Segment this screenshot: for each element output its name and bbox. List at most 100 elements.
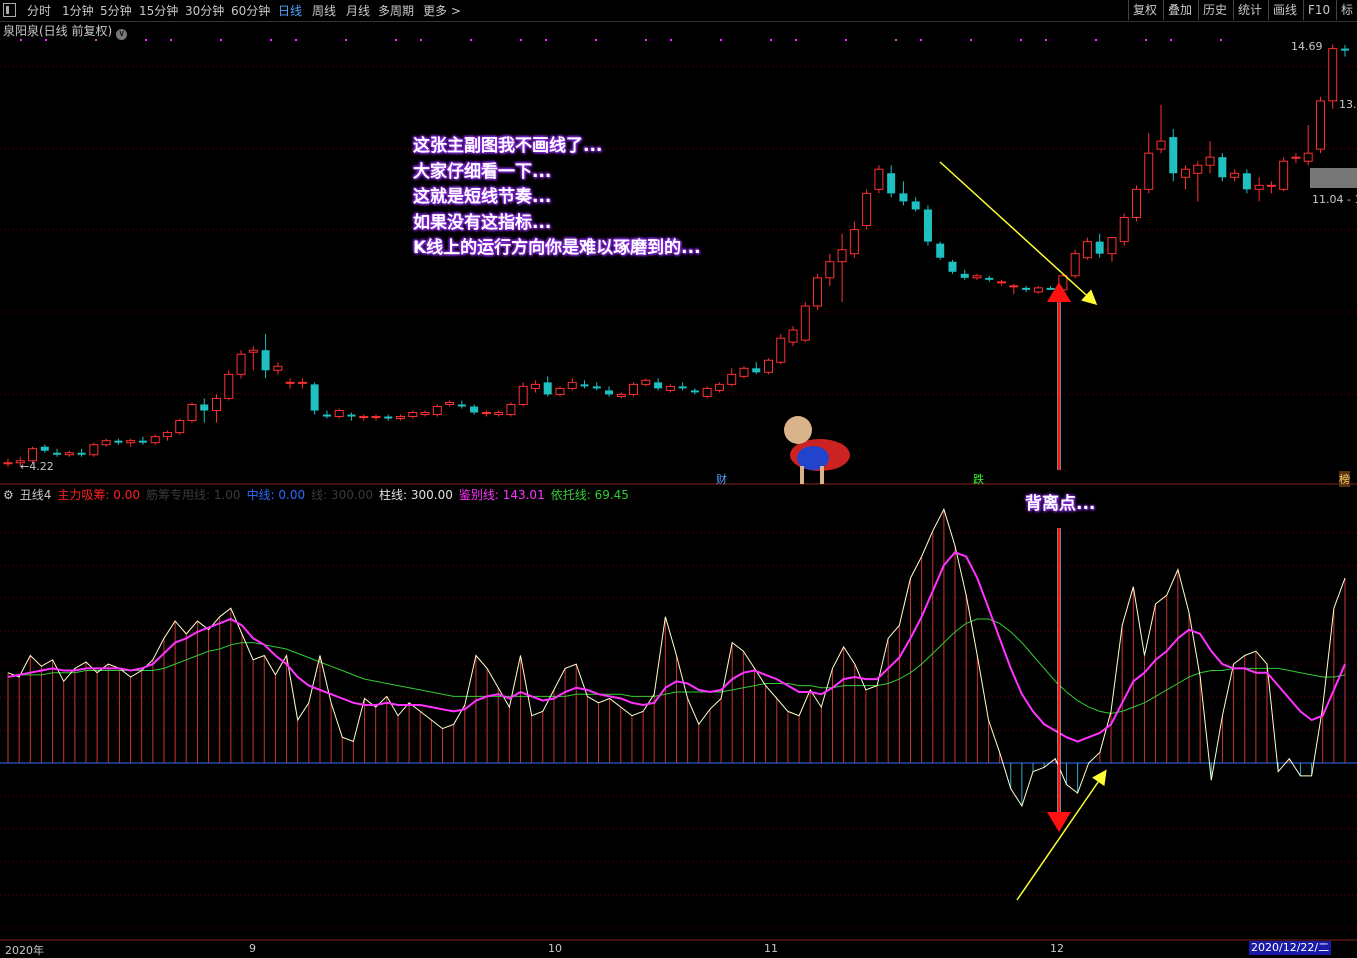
- candle-body: [948, 261, 957, 272]
- price-box-label: 11.04 - 1: [1312, 193, 1357, 206]
- candle-body: [592, 386, 601, 389]
- signal-dot: [720, 39, 722, 41]
- indicator-item: 鉴别线: 143.01: [458, 488, 545, 502]
- candle-body: [605, 390, 614, 395]
- candle-body: [248, 349, 258, 353]
- candle-body: [1266, 184, 1276, 187]
- signal-dot: [420, 39, 422, 41]
- candle-body: [432, 405, 442, 416]
- candle-body: [763, 359, 773, 373]
- signal-dot: [1170, 39, 1172, 41]
- annotation-line: K线上的运行方向你是难以琢磨到的...: [413, 238, 701, 258]
- candle-body: [396, 416, 406, 420]
- signal-dot: [770, 39, 772, 41]
- candle-body: [297, 381, 307, 384]
- indicator-name[interactable]: 丑线4: [20, 488, 52, 502]
- candle-body: [506, 403, 516, 416]
- candle-body: [1291, 156, 1301, 159]
- candle-body: [408, 412, 418, 418]
- mascot-leg: [820, 466, 824, 484]
- candle-body: [1328, 48, 1338, 102]
- x-axis-label: 12: [1050, 942, 1064, 955]
- candle-body: [752, 368, 761, 373]
- signal-dot: [670, 39, 672, 41]
- signal-dot: [1045, 39, 1047, 41]
- candle-body: [690, 390, 699, 393]
- indicator-item: 线: 300.00: [311, 488, 373, 502]
- signal-dot: [920, 39, 922, 41]
- candle-body: [224, 373, 234, 399]
- candle-body: [641, 379, 651, 385]
- candle-body: [616, 393, 626, 397]
- signal-dot: [1020, 39, 1022, 41]
- x-axis-label: 9: [249, 942, 256, 955]
- x-axis-label: 11: [764, 942, 778, 955]
- candle-body: [1070, 253, 1080, 277]
- candle-body: [101, 440, 111, 446]
- candle-body: [1107, 237, 1117, 255]
- signal-dot: [345, 39, 347, 41]
- signal-dot: [170, 39, 172, 41]
- candle-body: [702, 387, 712, 397]
- indicator-item: 依托线: 69.45: [550, 488, 629, 502]
- candle-body: [1033, 287, 1043, 293]
- candle-body: [1181, 168, 1191, 178]
- candle-body: [322, 414, 331, 417]
- candle-body: [629, 383, 639, 395]
- x-axis-label: 2020年: [5, 944, 44, 957]
- candle-body: [849, 229, 859, 255]
- candle-body: [923, 209, 932, 242]
- price-low-value: 4.22: [29, 460, 54, 473]
- candle-body: [1009, 285, 1019, 288]
- candle-body: [64, 452, 74, 456]
- candle-body: [273, 365, 283, 371]
- signal-dot: [1220, 39, 1222, 41]
- candle-body: [420, 412, 430, 416]
- candle-body: [261, 350, 270, 371]
- candle-body: [126, 440, 136, 444]
- candle-body: [285, 381, 295, 384]
- signal-dot: [95, 39, 97, 41]
- signal-dot: [45, 39, 47, 41]
- candle-body: [543, 382, 552, 395]
- signal-dot: [470, 39, 472, 41]
- candle-body: [384, 416, 393, 419]
- candle-body: [1218, 157, 1227, 178]
- candle-body: [28, 448, 38, 462]
- indicator-legend: ⚙ 丑线4 主力吸筹: 0.00 筋筹专用线: 1.00 中线: 0.00 线: 300.…: [3, 486, 635, 503]
- candle-body: [114, 440, 123, 443]
- candle-body: [654, 382, 663, 389]
- mascot-head: [784, 416, 812, 444]
- candle-body: [359, 416, 369, 419]
- divergence-label: 背离点...: [1025, 494, 1096, 514]
- candle-body: [714, 383, 724, 391]
- signal-dot: [220, 39, 222, 41]
- annotation-line: 大家仔细看一下...: [413, 161, 552, 182]
- drop-badge[interactable]: 跌: [973, 471, 984, 487]
- indicator-item: 筋筹专用线: 1.00: [145, 488, 241, 502]
- gear-icon[interactable]: ⚙: [3, 488, 14, 502]
- indicator-item: 主力吸筹: 0.00: [57, 488, 140, 502]
- annotation-line: 这张主副图我不画线了...: [413, 136, 603, 156]
- candle-body: [518, 385, 528, 405]
- candle-body: [150, 436, 160, 444]
- candle-body: [1279, 160, 1289, 190]
- candle-body: [997, 281, 1007, 284]
- candle-body: [53, 452, 62, 455]
- indicator-item: 中线: 0.00: [246, 488, 306, 502]
- candle-body: [457, 404, 466, 407]
- x-axis-label: 10: [548, 942, 562, 955]
- price-right-label: 13.: [1339, 98, 1357, 111]
- finance-badge[interactable]: 财: [716, 471, 727, 487]
- cursor-date: 2020/12/22/二: [1249, 941, 1332, 955]
- candle-body: [310, 384, 319, 411]
- candle-body: [494, 412, 504, 416]
- signal-dot: [595, 39, 597, 41]
- signal-dot: [845, 39, 847, 41]
- rank-badge[interactable]: 榜: [1339, 471, 1350, 487]
- candle-body: [40, 446, 49, 451]
- candle-body: [788, 329, 798, 343]
- signal-dot: [545, 39, 547, 41]
- price-range-box: [1310, 168, 1357, 188]
- candle-body: [200, 404, 209, 411]
